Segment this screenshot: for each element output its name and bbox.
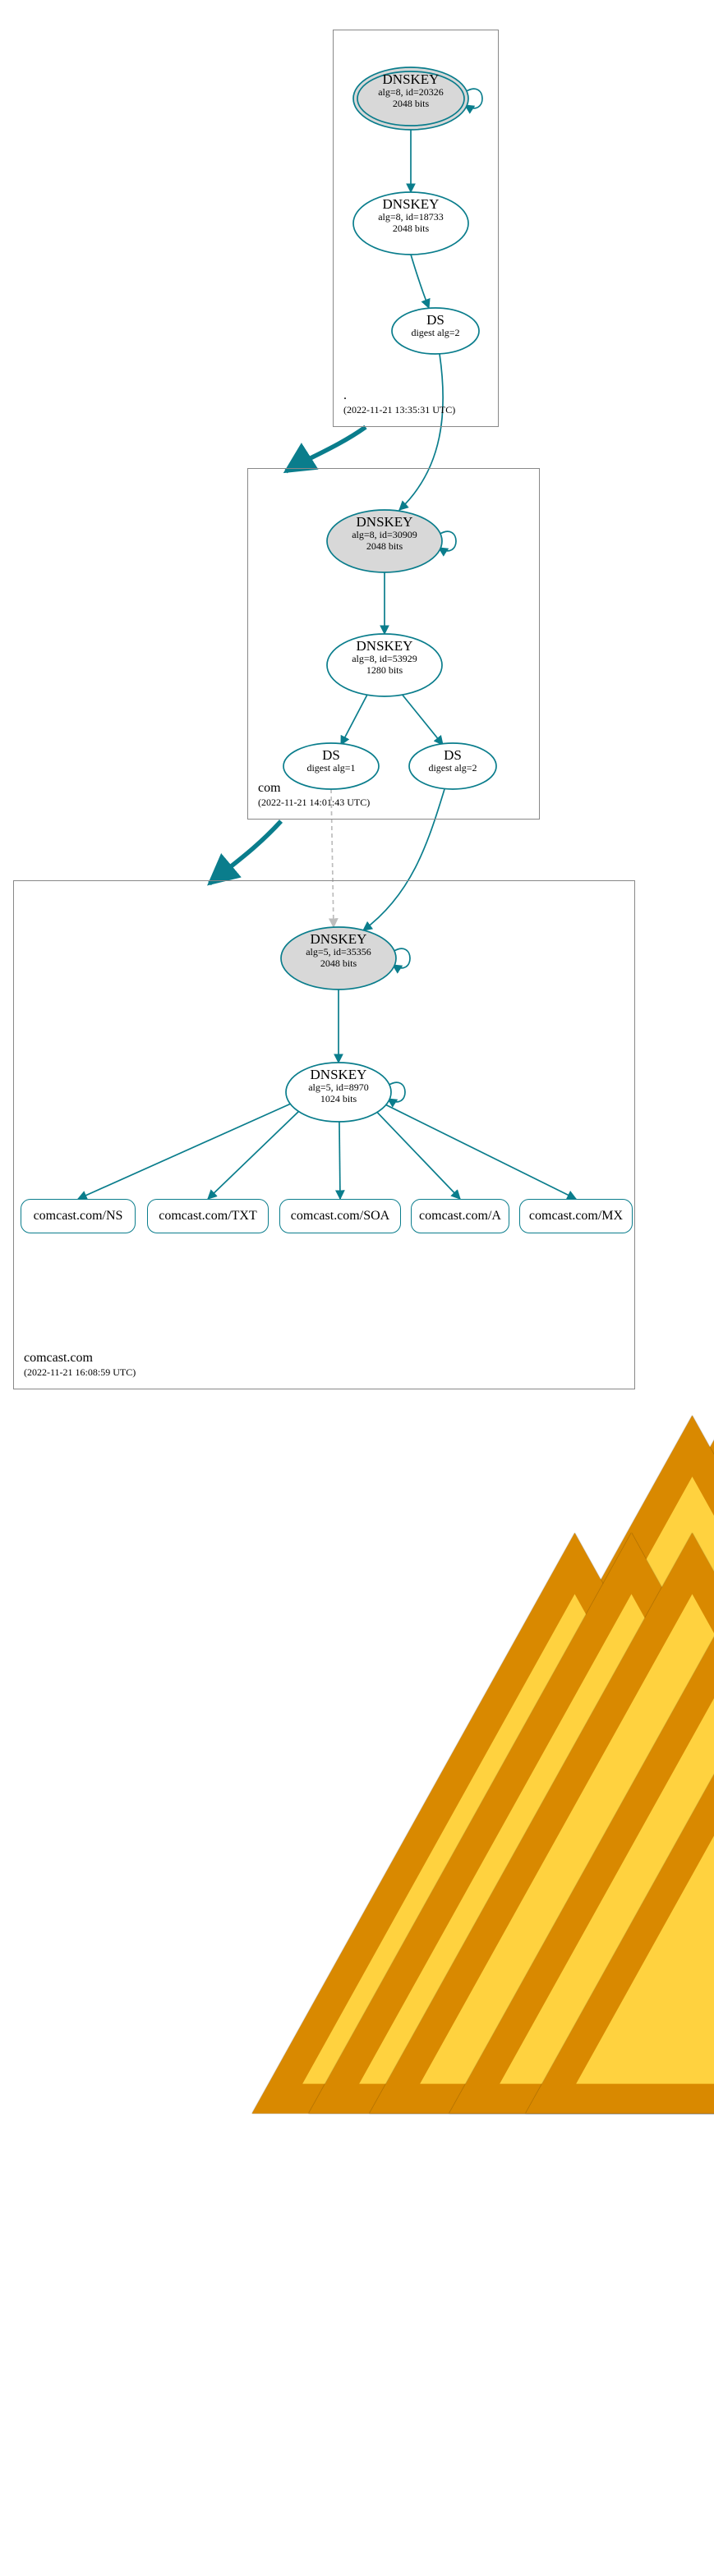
node-root_ksk-line2: 2048 bits (337, 98, 485, 109)
node-com_ksk-line2: 2048 bits (311, 540, 458, 552)
warn-edge-e5-icon (415, 1146, 431, 1162)
node-root_zsk-title: DNSKEY (337, 197, 485, 211)
node-com_zsk: DNSKEYalg=8, id=539291280 bits (311, 639, 458, 677)
node-root_zsk-line1: alg=8, id=18733 (337, 211, 485, 223)
node-com_ds2-title: DS (379, 748, 527, 762)
warn-edge-e3-icon (274, 1146, 291, 1162)
node-cc_ksk-title: DNSKEY (265, 932, 412, 946)
zone-root-timestamp: (2022-11-21 13:35:31 UTC) (343, 404, 455, 416)
node-com_zsk-title: DNSKEY (311, 639, 458, 653)
node-root_zsk-line2: 2048 bits (337, 223, 485, 234)
node-root_ds-title: DS (362, 313, 509, 327)
node-root_ksk-line1: alg=8, id=20326 (337, 86, 485, 98)
node-root_ds: DSdigest alg=2 (362, 313, 509, 338)
warn-edge-e4-icon (335, 1146, 352, 1162)
zone-root-label: . (343, 388, 347, 403)
node-com_ds2-line1: digest alg=2 (379, 762, 527, 774)
warn-edge-e6-icon (491, 1146, 508, 1162)
zone-com-label: com (258, 781, 281, 796)
node-com_ksk-title: DNSKEY (311, 515, 458, 529)
warn-edge-e2-icon (218, 1146, 234, 1162)
node-cc_ksk-line2: 2048 bits (265, 957, 412, 969)
zone-com-timestamp: (2022-11-21 14:01:43 UTC) (258, 797, 370, 809)
node-com_ds2: DSdigest alg=2 (379, 748, 527, 774)
zone-comcast-label: comcast.com (24, 1351, 93, 1366)
node-root_ksk-title: DNSKEY (337, 72, 485, 86)
node-com_zsk-line1: alg=8, id=53929 (311, 653, 458, 664)
node-root_ds-line1: digest alg=2 (362, 327, 509, 338)
node-cc_ksk-line1: alg=5, id=35356 (265, 946, 412, 957)
node-cc_ksk: DNSKEYalg=5, id=353562048 bits (265, 932, 412, 970)
node-com_ksk-line1: alg=8, id=30909 (311, 529, 458, 540)
node-com_zsk-line2: 1280 bits (311, 664, 458, 676)
node-com_ksk: DNSKEYalg=8, id=309092048 bits (311, 515, 458, 553)
node-root_ksk: DNSKEYalg=8, id=203262048 bits (337, 72, 485, 110)
record-r_ns: comcast.com/NS (21, 1199, 136, 1233)
warn-cc-ksk-selfloop-icon (414, 950, 431, 967)
zone-comcast-timestamp: (2022-11-21 16:08:59 UTC) (24, 1366, 136, 1379)
node-root_zsk: DNSKEYalg=8, id=187332048 bits (337, 197, 485, 235)
warn-edge-e1-icon (335, 1028, 352, 1045)
